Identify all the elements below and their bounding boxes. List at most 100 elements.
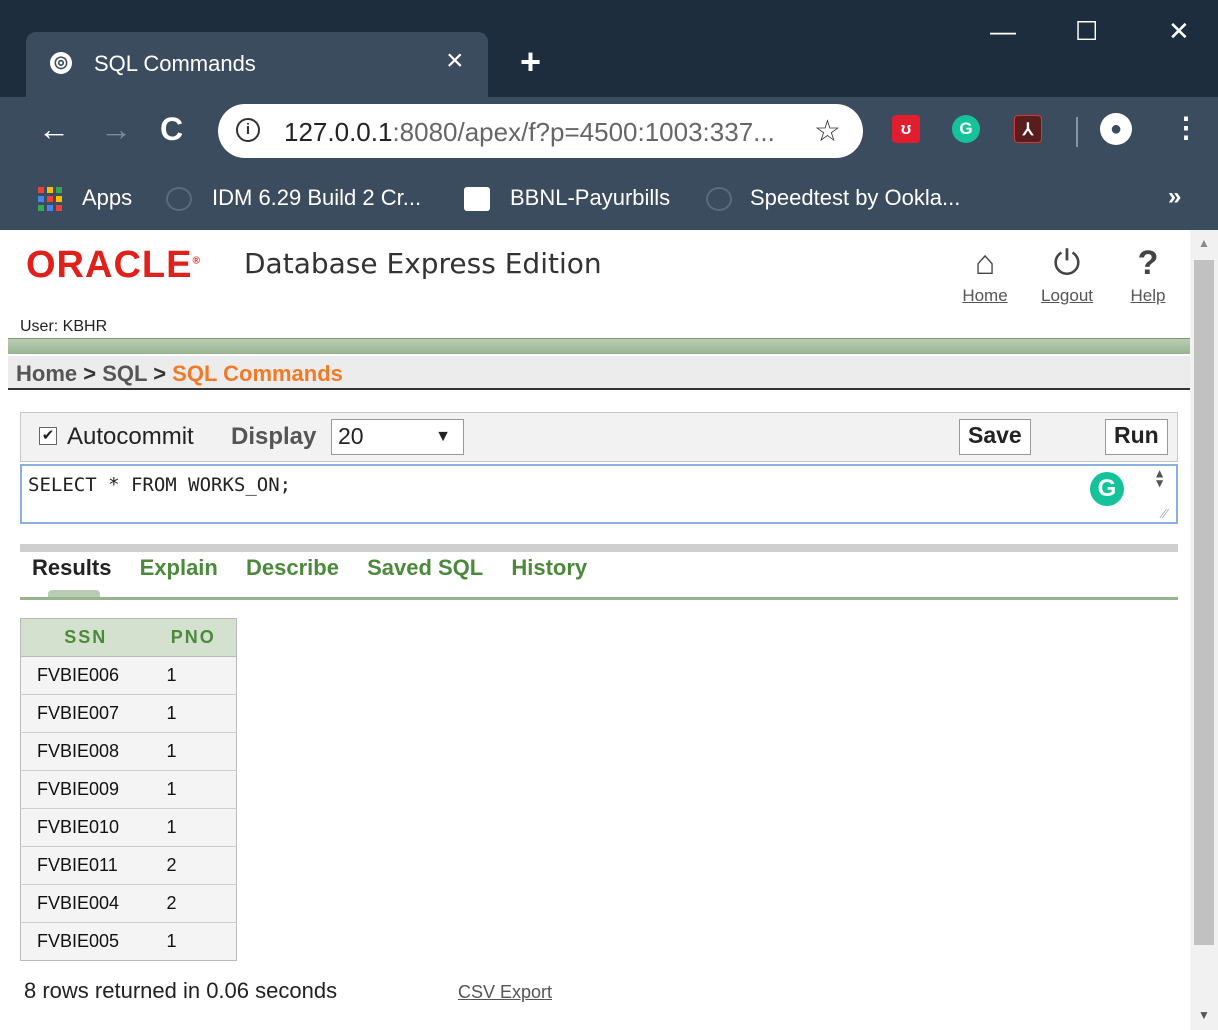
cell-pno: 2 xyxy=(150,884,237,923)
nav-logout[interactable]: ⏻ Logout xyxy=(1032,244,1102,306)
breadcrumb-sql[interactable]: SQL xyxy=(102,361,147,386)
profile-icon[interactable]: ● xyxy=(1100,113,1132,145)
home-icon[interactable]: ⌂ xyxy=(950,244,1020,286)
user-label: User: KBHR xyxy=(20,318,108,335)
table-row: FVBIE005 1 xyxy=(20,922,237,961)
forward-button[interactable]: → xyxy=(100,113,132,145)
cell-pno: 1 xyxy=(150,694,237,733)
window-close-button[interactable]: ✕ xyxy=(1168,18,1190,44)
grammarly-extension-icon[interactable]: G xyxy=(952,115,980,143)
address-bar[interactable]: i 127.0.0.1:8080/apex/f?p=4500:1003:337.… xyxy=(218,104,863,158)
display-select[interactable]: 20 ▼ xyxy=(331,419,464,455)
tabs-underline xyxy=(20,597,1178,600)
autocommit-label: Autocommit xyxy=(67,423,194,450)
oracle-logo: ORACLE® xyxy=(26,244,201,287)
csv-export-link[interactable]: CSV Export xyxy=(458,982,552,1003)
command-panel: ✔ Autocommit Display 20 ▼ Save Run xyxy=(20,412,1178,462)
resize-grip-icon[interactable]: ⁄⁄ xyxy=(1162,506,1167,523)
close-tab-icon[interactable]: × xyxy=(446,46,464,76)
info-icon[interactable]: i xyxy=(236,118,260,142)
maximize-button[interactable]: ☐ xyxy=(1075,18,1098,44)
url-text[interactable]: 127.0.0.1:8080/apex/f?p=4500:1003:337... xyxy=(284,117,775,148)
cell-pno: 1 xyxy=(150,922,237,961)
breadcrumb: Home > SQL > SQL Commands xyxy=(8,356,1190,390)
product-name: Database Express Edition xyxy=(244,247,602,280)
cell-ssn: FVBIE007 xyxy=(20,694,151,733)
run-button[interactable]: Run xyxy=(1105,419,1168,455)
tab-explain[interactable]: Explain xyxy=(140,555,218,580)
menu-icon[interactable]: ⋮ xyxy=(1172,111,1200,145)
shield-extension-icon[interactable]: ʊ xyxy=(892,115,920,143)
nav-help-link[interactable]: Help xyxy=(1131,286,1166,305)
tab-results[interactable]: Results xyxy=(32,555,111,580)
tab-saved-sql[interactable]: Saved SQL xyxy=(367,555,483,580)
power-icon[interactable]: ⏻ xyxy=(1032,244,1102,286)
cell-ssn: FVBIE008 xyxy=(20,732,151,771)
scroll-down-icon[interactable]: ▼ xyxy=(1198,1008,1210,1022)
save-button[interactable]: Save xyxy=(959,419,1031,455)
nav-logout-link[interactable]: Logout xyxy=(1041,286,1093,305)
tab-history[interactable]: History xyxy=(511,555,587,580)
trademark-mark: ® xyxy=(192,255,201,267)
table-row: FVBIE008 1 xyxy=(20,732,237,771)
bookmark-idm[interactable]: IDM 6.29 Build 2 Cr... xyxy=(212,185,421,211)
table-row: FVBIE011 2 xyxy=(20,846,237,885)
more-bookmarks-icon[interactable]: » xyxy=(1168,183,1181,211)
pdf-extension-icon[interactable]: ⅄ xyxy=(1014,115,1042,143)
scroll-up-icon[interactable]: ▲ xyxy=(1198,236,1210,250)
extension-divider xyxy=(1076,117,1078,147)
url-path: :8080/apex/f?p=4500:1003:337... xyxy=(392,117,775,147)
breadcrumb-separator: > xyxy=(153,361,167,386)
table-row: FVBIE010 1 xyxy=(20,808,237,847)
minimize-button[interactable]: — xyxy=(990,18,1016,44)
dropdown-arrow-icon: ▼ xyxy=(435,428,451,445)
logo-text: ORACLE xyxy=(26,244,193,286)
section-divider xyxy=(20,544,1178,552)
nav-home-link[interactable]: Home xyxy=(962,286,1007,305)
nav-help[interactable]: ? Help xyxy=(1113,244,1183,306)
reload-button[interactable]: C xyxy=(160,113,183,145)
back-button[interactable]: ← xyxy=(38,113,70,145)
tab-title: SQL Commands xyxy=(94,51,256,76)
globe-icon: ◎ xyxy=(50,52,72,74)
page-content: ORACLE® Database Express Edition ⌂ Home … xyxy=(0,230,1190,1030)
page-icon xyxy=(166,187,192,211)
cell-pno: 1 xyxy=(150,808,237,847)
cell-ssn: FVBIE006 xyxy=(20,656,151,695)
column-header-pno: PNO xyxy=(150,618,237,657)
new-tab-button[interactable]: + xyxy=(520,44,541,80)
table-row: FVBIE007 1 xyxy=(20,694,237,733)
autocommit-checkbox[interactable]: ✔ xyxy=(39,427,57,445)
column-header-ssn: SSN xyxy=(20,618,151,657)
result-tabs: Results Explain Describe Saved SQL Histo… xyxy=(32,555,609,581)
table-header-row: SSN PNO xyxy=(20,618,237,657)
bookmark-speedtest[interactable]: Speedtest by Ookla... xyxy=(750,185,960,211)
table-row: FVBIE004 2 xyxy=(20,884,237,923)
cell-pno: 2 xyxy=(150,846,237,885)
bookmark-star-icon[interactable]: ☆ xyxy=(814,114,841,149)
breadcrumb-separator: > xyxy=(83,361,97,386)
nav-home[interactable]: ⌂ Home xyxy=(950,244,1020,306)
scrollbar-thumb[interactable] xyxy=(1194,260,1214,945)
breadcrumb-home[interactable]: Home xyxy=(16,361,77,386)
results-table: SSN PNO FVBIE006 1 FVBIE007 1 FVBIE008 1 FV… xyxy=(20,618,237,961)
cell-pno: 1 xyxy=(150,656,237,695)
bookmark-bbnl[interactable]: BBNL-Payurbills xyxy=(510,185,670,211)
browser-tab[interactable]: ◎ SQL Commands × xyxy=(26,32,488,97)
tab-describe[interactable]: Describe xyxy=(246,555,339,580)
vertical-scrollbar[interactable]: ▲ ▼ xyxy=(1190,230,1218,1030)
cell-ssn: FVBIE011 xyxy=(20,846,151,885)
sql-text: SELECT * FROM WORKS_ON; xyxy=(28,474,292,496)
bookmark-apps[interactable]: Apps xyxy=(82,185,132,211)
apps-grid-icon[interactable] xyxy=(38,187,64,211)
breadcrumb-current: SQL Commands xyxy=(172,361,343,386)
display-label: Display xyxy=(231,423,317,450)
sql-editor[interactable]: SELECT * FROM WORKS_ON; G ▲ ▼ ⁄⁄ xyxy=(20,464,1178,524)
grammarly-icon[interactable]: G xyxy=(1090,472,1124,506)
spinner-arrows-icon[interactable]: ▲ ▼ xyxy=(1156,467,1163,489)
table-row: FVBIE009 1 xyxy=(20,770,237,809)
cell-ssn: FVBIE005 xyxy=(20,922,151,961)
help-icon[interactable]: ? xyxy=(1113,244,1183,286)
browser-titlebar: ◎ SQL Commands × + — ☐ ✕ xyxy=(0,0,1218,97)
url-host: 127.0.0.1 xyxy=(284,117,393,147)
